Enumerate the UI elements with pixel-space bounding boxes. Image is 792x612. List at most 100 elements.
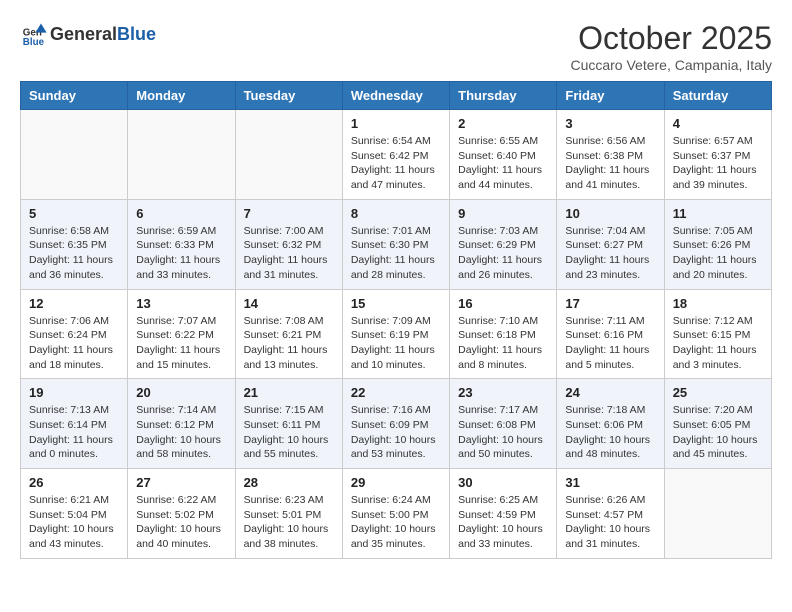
logo-text-general: General [50, 24, 117, 44]
day-number: 28 [244, 475, 334, 490]
day-info: Sunrise: 6:58 AM Sunset: 6:35 PM Dayligh… [29, 224, 119, 283]
weekday-header-row: SundayMondayTuesdayWednesdayThursdayFrid… [21, 82, 772, 110]
day-number: 5 [29, 206, 119, 221]
day-info: Sunrise: 6:54 AM Sunset: 6:42 PM Dayligh… [351, 134, 441, 193]
day-info: Sunrise: 7:13 AM Sunset: 6:14 PM Dayligh… [29, 403, 119, 462]
calendar-week-5: 26 Sunrise: 6:21 AM Sunset: 5:04 PM Dayli… [21, 469, 772, 559]
day-number: 17 [565, 296, 655, 311]
day-info: Sunrise: 7:17 AM Sunset: 6:08 PM Dayligh… [458, 403, 548, 462]
day-info: Sunrise: 7:06 AM Sunset: 6:24 PM Dayligh… [29, 314, 119, 373]
weekday-header-saturday: Saturday [664, 82, 771, 110]
day-number: 2 [458, 116, 548, 131]
calendar-cell [21, 110, 128, 200]
day-info: Sunrise: 6:55 AM Sunset: 6:40 PM Dayligh… [458, 134, 548, 193]
day-info: Sunrise: 7:11 AM Sunset: 6:16 PM Dayligh… [565, 314, 655, 373]
calendar-cell: 16 Sunrise: 7:10 AM Sunset: 6:18 PM Dayli… [450, 289, 557, 379]
day-info: Sunrise: 6:24 AM Sunset: 5:00 PM Dayligh… [351, 493, 441, 552]
day-info: Sunrise: 7:20 AM Sunset: 6:05 PM Dayligh… [673, 403, 763, 462]
day-number: 24 [565, 385, 655, 400]
day-number: 21 [244, 385, 334, 400]
day-info: Sunrise: 6:59 AM Sunset: 6:33 PM Dayligh… [136, 224, 226, 283]
logo-text-blue: Blue [117, 24, 156, 44]
day-info: Sunrise: 7:01 AM Sunset: 6:30 PM Dayligh… [351, 224, 441, 283]
calendar-cell: 21 Sunrise: 7:15 AM Sunset: 6:11 PM Dayli… [235, 379, 342, 469]
calendar-cell [128, 110, 235, 200]
calendar-cell: 4 Sunrise: 6:57 AM Sunset: 6:37 PM Daylig… [664, 110, 771, 200]
weekday-header-tuesday: Tuesday [235, 82, 342, 110]
calendar-cell: 29 Sunrise: 6:24 AM Sunset: 5:00 PM Dayli… [342, 469, 449, 559]
day-number: 18 [673, 296, 763, 311]
calendar-cell: 2 Sunrise: 6:55 AM Sunset: 6:40 PM Daylig… [450, 110, 557, 200]
day-info: Sunrise: 7:14 AM Sunset: 6:12 PM Dayligh… [136, 403, 226, 462]
day-info: Sunrise: 6:21 AM Sunset: 5:04 PM Dayligh… [29, 493, 119, 552]
day-number: 4 [673, 116, 763, 131]
day-info: Sunrise: 7:10 AM Sunset: 6:18 PM Dayligh… [458, 314, 548, 373]
weekday-header-friday: Friday [557, 82, 664, 110]
calendar-cell: 9Sunrise: 7:03 AM Sunset: 6:29 PM Daylig… [450, 199, 557, 289]
calendar-cell: 19 Sunrise: 7:13 AM Sunset: 6:14 PM Dayli… [21, 379, 128, 469]
day-info: Sunrise: 7:04 AM Sunset: 6:27 PM Dayligh… [565, 224, 655, 283]
calendar-week-2: 5 Sunrise: 6:58 AM Sunset: 6:35 PM Daylig… [21, 199, 772, 289]
weekday-header-wednesday: Wednesday [342, 82, 449, 110]
calendar-cell: 15Sunrise: 7:09 AM Sunset: 6:19 PM Dayli… [342, 289, 449, 379]
calendar-cell: 18 Sunrise: 7:12 AM Sunset: 6:15 PM Dayli… [664, 289, 771, 379]
calendar-week-1: 1 Sunrise: 6:54 AM Sunset: 6:42 PM Daylig… [21, 110, 772, 200]
day-number: 1 [351, 116, 441, 131]
day-number: 6 [136, 206, 226, 221]
logo: Gen Blue GeneralBlue [20, 20, 156, 48]
calendar-cell: 24Sunrise: 7:18 AM Sunset: 6:06 PM Dayli… [557, 379, 664, 469]
day-number: 25 [673, 385, 763, 400]
calendar-cell: 6 Sunrise: 6:59 AM Sunset: 6:33 PM Daylig… [128, 199, 235, 289]
day-number: 26 [29, 475, 119, 490]
calendar-cell: 13 Sunrise: 7:07 AM Sunset: 6:22 PM Dayli… [128, 289, 235, 379]
calendar-cell: 27Sunrise: 6:22 AM Sunset: 5:02 PM Dayli… [128, 469, 235, 559]
day-number: 29 [351, 475, 441, 490]
weekday-header-monday: Monday [128, 82, 235, 110]
day-number: 12 [29, 296, 119, 311]
day-number: 13 [136, 296, 226, 311]
logo-icon: Gen Blue [20, 20, 48, 48]
location-subtitle: Cuccaro Vetere, Campania, Italy [570, 57, 772, 73]
day-info: Sunrise: 7:16 AM Sunset: 6:09 PM Dayligh… [351, 403, 441, 462]
calendar-cell: 25 Sunrise: 7:20 AM Sunset: 6:05 PM Dayli… [664, 379, 771, 469]
day-number: 30 [458, 475, 548, 490]
day-number: 23 [458, 385, 548, 400]
day-number: 3 [565, 116, 655, 131]
day-info: Sunrise: 7:15 AM Sunset: 6:11 PM Dayligh… [244, 403, 334, 462]
calendar-cell: 7Sunrise: 7:00 AM Sunset: 6:32 PM Daylig… [235, 199, 342, 289]
day-info: Sunrise: 7:07 AM Sunset: 6:22 PM Dayligh… [136, 314, 226, 373]
day-number: 19 [29, 385, 119, 400]
day-info: Sunrise: 7:03 AM Sunset: 6:29 PM Dayligh… [458, 224, 548, 283]
calendar-cell: 30 Sunrise: 6:25 AM Sunset: 4:59 PM Dayli… [450, 469, 557, 559]
calendar-cell: 3Sunrise: 6:56 AM Sunset: 6:38 PM Daylig… [557, 110, 664, 200]
day-number: 31 [565, 475, 655, 490]
day-info: Sunrise: 6:25 AM Sunset: 4:59 PM Dayligh… [458, 493, 548, 552]
calendar-cell: 26 Sunrise: 6:21 AM Sunset: 5:04 PM Dayli… [21, 469, 128, 559]
month-title: October 2025 [570, 20, 772, 57]
weekday-header-sunday: Sunday [21, 82, 128, 110]
calendar-cell: 31Sunrise: 6:26 AM Sunset: 4:57 PM Dayli… [557, 469, 664, 559]
calendar-cell: 28Sunrise: 6:23 AM Sunset: 5:01 PM Dayli… [235, 469, 342, 559]
day-info: Sunrise: 7:12 AM Sunset: 6:15 PM Dayligh… [673, 314, 763, 373]
calendar-table: SundayMondayTuesdayWednesdayThursdayFrid… [20, 81, 772, 559]
day-number: 14 [244, 296, 334, 311]
calendar-cell: 12 Sunrise: 7:06 AM Sunset: 6:24 PM Dayli… [21, 289, 128, 379]
calendar-cell: 17 Sunrise: 7:11 AM Sunset: 6:16 PM Dayli… [557, 289, 664, 379]
day-number: 11 [673, 206, 763, 221]
day-number: 20 [136, 385, 226, 400]
day-info: Sunrise: 6:57 AM Sunset: 6:37 PM Dayligh… [673, 134, 763, 193]
day-info: Sunrise: 7:09 AM Sunset: 6:19 PM Dayligh… [351, 314, 441, 373]
calendar-cell: 10 Sunrise: 7:04 AM Sunset: 6:27 PM Dayli… [557, 199, 664, 289]
calendar-week-3: 12 Sunrise: 7:06 AM Sunset: 6:24 PM Dayli… [21, 289, 772, 379]
calendar-cell [664, 469, 771, 559]
weekday-header-thursday: Thursday [450, 82, 557, 110]
day-info: Sunrise: 7:08 AM Sunset: 6:21 PM Dayligh… [244, 314, 334, 373]
svg-text:Blue: Blue [23, 37, 45, 48]
day-number: 16 [458, 296, 548, 311]
day-number: 27 [136, 475, 226, 490]
calendar-cell [235, 110, 342, 200]
calendar-cell: 14 Sunrise: 7:08 AM Sunset: 6:21 PM Dayli… [235, 289, 342, 379]
day-number: 10 [565, 206, 655, 221]
calendar-cell: 11Sunrise: 7:05 AM Sunset: 6:26 PM Dayli… [664, 199, 771, 289]
calendar-cell: 1 Sunrise: 6:54 AM Sunset: 6:42 PM Daylig… [342, 110, 449, 200]
